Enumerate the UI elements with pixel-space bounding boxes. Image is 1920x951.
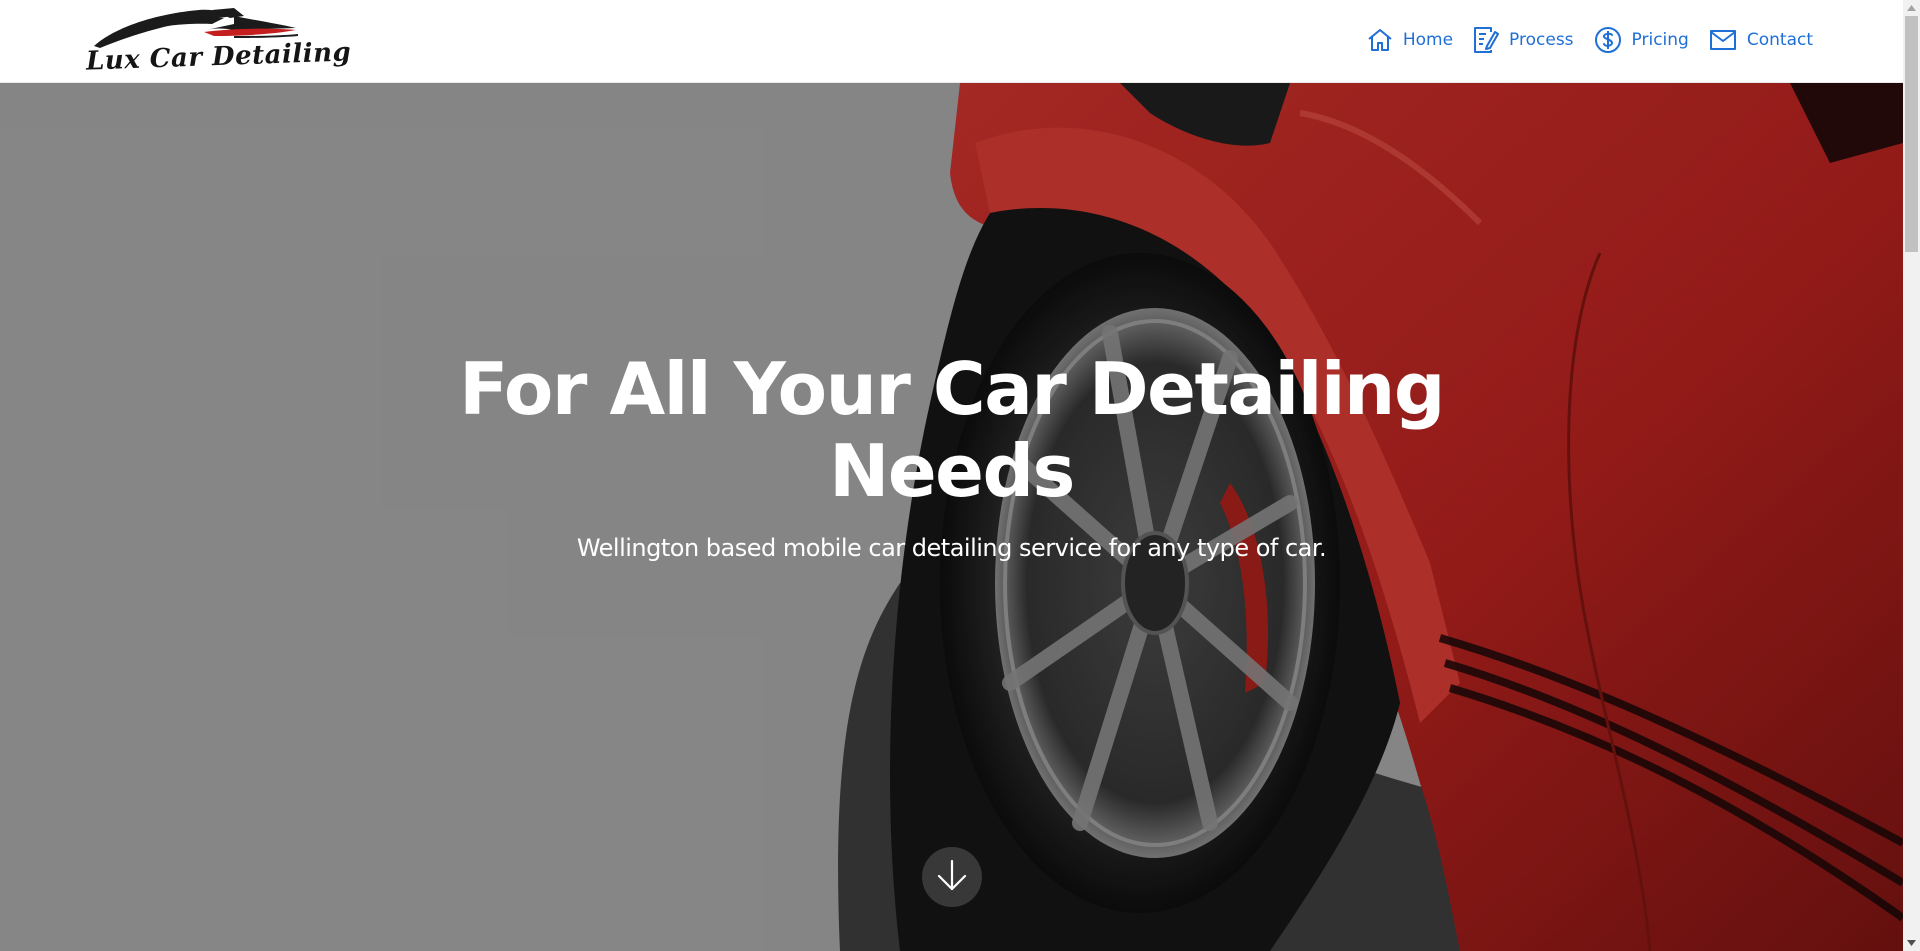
site-header: Lux Car Detailing Home Process Pricing C… — [0, 0, 1903, 83]
nav-process-label: Process — [1509, 30, 1574, 50]
hero-dim-overlay — [0, 83, 1903, 951]
nav-process[interactable]: Process — [1473, 26, 1574, 54]
nav-home[interactable]: Home — [1367, 28, 1453, 52]
scrollbar-thumb[interactable] — [1905, 16, 1918, 252]
arrow-down-icon — [934, 857, 970, 897]
scroll-up-arrow-icon[interactable] — [1903, 0, 1920, 16]
hero-title-line-2: Needs — [829, 429, 1075, 513]
nav-contact[interactable]: Contact — [1709, 29, 1813, 51]
nav-home-label: Home — [1402, 30, 1454, 50]
brand-logo[interactable]: Lux Car Detailing — [84, 6, 352, 77]
scroll-down-button[interactable] — [922, 847, 982, 907]
edit-document-icon — [1473, 26, 1500, 54]
nav-pricing[interactable]: Pricing — [1594, 26, 1689, 54]
page-scrollbar[interactable] — [1903, 0, 1920, 951]
home-icon — [1367, 28, 1393, 52]
hero-title: For All Your Car Detailing Needs — [0, 348, 1903, 512]
hero-section: For All Your Car Detailing Needs Welling… — [0, 83, 1903, 951]
mail-icon — [1709, 29, 1737, 51]
scroll-down-arrow-icon[interactable] — [1903, 935, 1920, 951]
dollar-circle-icon — [1594, 26, 1622, 54]
nav-pricing-label: Pricing — [1631, 30, 1689, 50]
hero-title-line-1: For All Your Car Detailing — [459, 347, 1445, 431]
main-nav: Home Process Pricing Contact — [1367, 24, 1813, 56]
nav-contact-label: Contact — [1746, 30, 1813, 50]
hero-subtitle: Wellington based mobile car detailing se… — [576, 534, 1327, 562]
